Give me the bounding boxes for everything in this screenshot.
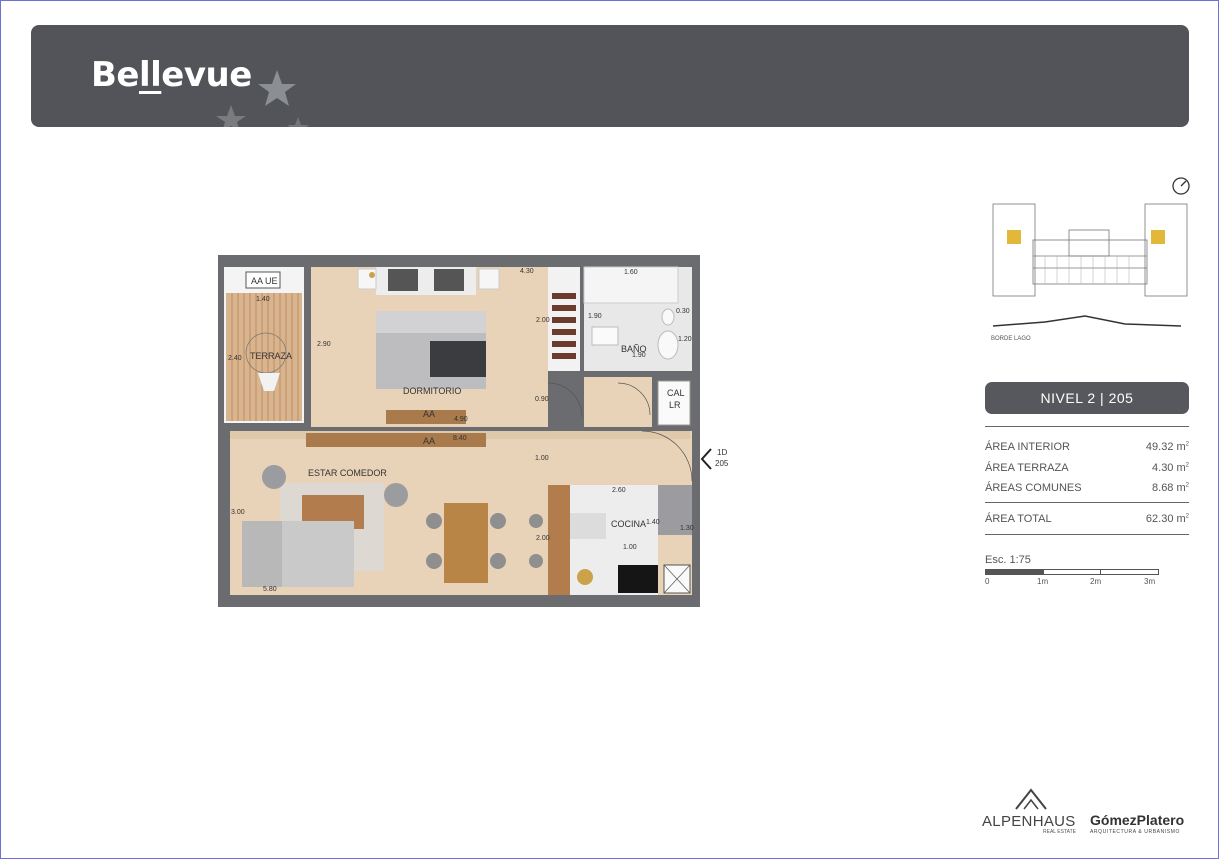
alpenhaus-sub: REAL ESTATE: [1043, 829, 1076, 835]
dim-label: 1.40: [256, 296, 270, 303]
dim-label: 1.00: [535, 455, 549, 462]
room-label-terraza: TERRAZA: [250, 351, 293, 361]
dim-label: 2.00: [536, 535, 550, 542]
aa-label-bedroom: AA: [423, 409, 436, 419]
floor-plan-drawing: [218, 255, 700, 607]
divider: [985, 534, 1189, 535]
alpenhaus-logo: ALPENHAUS REAL ESTATE: [982, 787, 1078, 837]
dim-label: 4.30: [520, 268, 534, 275]
gomez-platero-sub: ARQUITECTURA & URBANISMO: [1090, 829, 1180, 835]
star-icon: [216, 70, 309, 127]
key-plan: [992, 203, 1188, 327]
gomez-platero-name: GómezPlatero: [1090, 812, 1185, 828]
unit-marker-line2: 205: [715, 459, 729, 468]
divider: [985, 502, 1189, 503]
aa-label-living: AA: [423, 436, 436, 446]
dim-label: 1.90: [588, 313, 602, 320]
area-value: 49.32 m2: [1145, 441, 1189, 453]
divider: [985, 426, 1189, 427]
area-label: ÁREAS COMUNES: [985, 482, 1082, 494]
room-label-estar-comedor: ESTAR COMEDOR: [308, 468, 387, 478]
unit-marker-line1: 1D: [717, 448, 728, 457]
alpenhaus-name: ALPENHAUS: [982, 813, 1076, 830]
scale-tick: 3m: [1144, 577, 1156, 586]
scale-label: Esc. 1:75: [985, 554, 1031, 566]
dim-label: 0.90: [535, 396, 549, 403]
level-badge: NIVEL 2 | 205: [985, 382, 1189, 414]
area-label: ÁREA TERRAZA: [985, 462, 1069, 474]
mountain-icon: [1015, 788, 1047, 810]
scale-bar: [985, 569, 1159, 575]
area-value: 4.30 m2: [1152, 462, 1189, 474]
area-total-value: 62.30 m2: [1145, 513, 1189, 525]
dim-label: 1.30: [680, 525, 694, 532]
area-label: ÁREA INTERIOR: [985, 441, 1070, 453]
dim-label: 3.00: [231, 509, 245, 516]
dim-label: 5.80: [263, 586, 277, 593]
lr-label: LR: [669, 400, 681, 410]
dim-label: 2.90: [317, 341, 331, 348]
room-label-cocina: COCINA: [611, 519, 647, 529]
cal-label: CAL: [667, 388, 685, 398]
dim-label: 2.00: [536, 317, 550, 324]
scale-tick: 1m: [1037, 577, 1049, 586]
compass-icon: [1172, 177, 1190, 195]
area-value: 8.68 m2: [1152, 482, 1189, 494]
area-total-label: ÁREA TOTAL: [985, 513, 1052, 525]
floor-plan: AA UE TERRAZA DORMITORIO BAÑO ESTAR COME…: [218, 255, 700, 607]
borde-lago-label: BORDE LAGO: [991, 336, 1031, 342]
dim-label: 4.90: [454, 416, 468, 423]
dim-label: 1.60: [624, 269, 638, 276]
dim-label: 2.40: [228, 355, 242, 362]
dim-label: 1.40: [646, 519, 660, 526]
gomez-platero-logo: GómezPlatero ARQUITECTURA & URBANISMO: [1090, 812, 1184, 835]
room-label-dormitorio: DORMITORIO: [403, 386, 462, 396]
dim-label: 1.20: [678, 336, 692, 343]
scale-tick: 0: [985, 577, 990, 586]
dim-label: 2.60: [612, 487, 626, 494]
dim-label: 1.90: [632, 352, 646, 359]
chevron-left-icon: [700, 448, 712, 470]
dim-label: 8.40: [453, 435, 467, 442]
room-label-aa-ue: AA UE: [251, 276, 278, 286]
dim-label: 1.00: [623, 544, 637, 551]
dim-label: 0.30: [676, 308, 690, 315]
scale-tick: 2m: [1090, 577, 1102, 586]
header-banner: Bellevue: [31, 25, 1189, 127]
